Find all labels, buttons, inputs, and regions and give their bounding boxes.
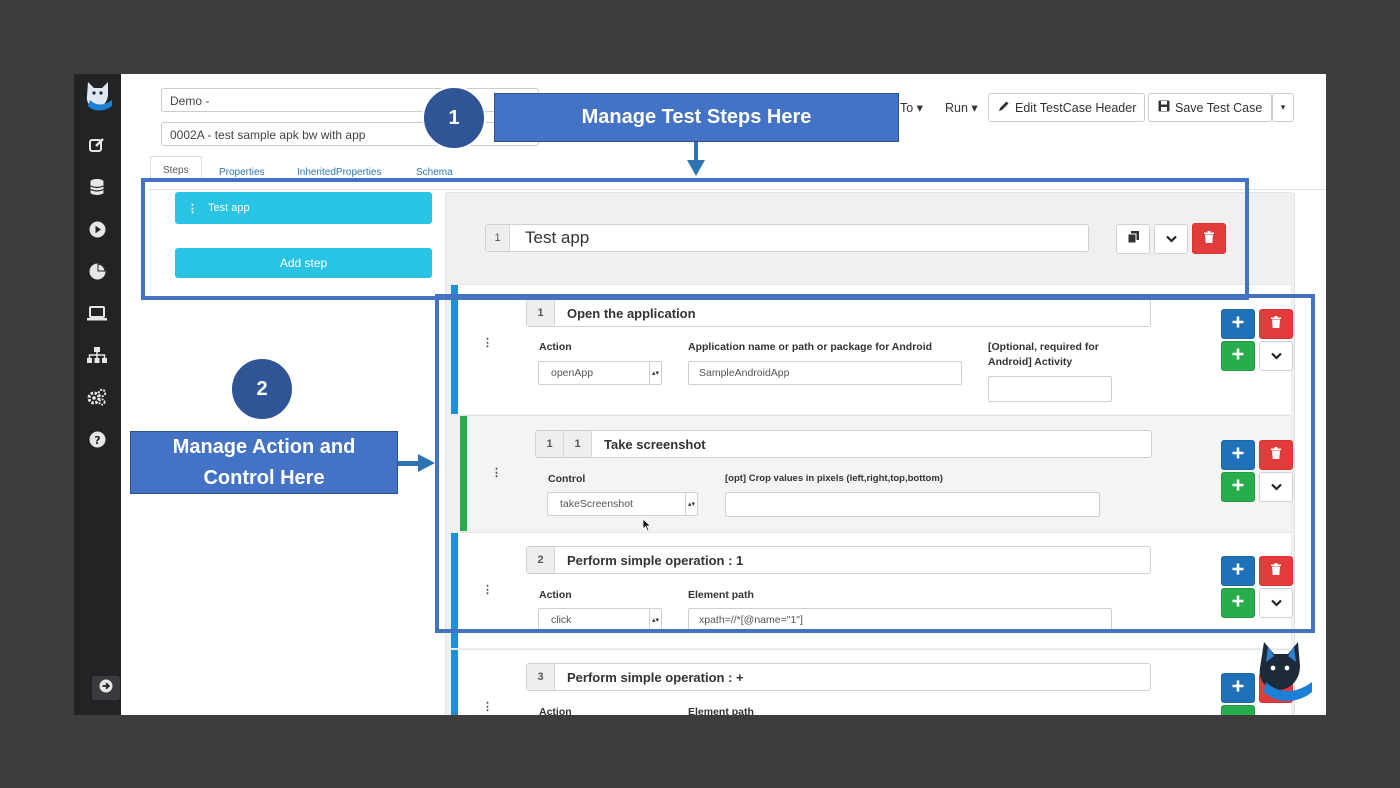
arrow-shaft — [398, 461, 420, 466]
field1-label: Element path — [688, 706, 754, 715]
edit-testcase-header-button[interactable]: Edit TestCase Header — [988, 93, 1145, 122]
run-menu[interactable]: Run ▾ — [945, 100, 978, 115]
sidebar: ? — [74, 74, 121, 715]
goto-menu[interactable]: To ▾ — [900, 100, 923, 115]
save-options-dropdown[interactable]: ▾ — [1272, 93, 1294, 122]
action-description-field[interactable]: 3 Perform simple operation : + — [526, 663, 1151, 691]
highlight-action-control — [435, 294, 1315, 633]
gears-icon[interactable] — [82, 384, 112, 410]
annotation-banner-action-control: Manage Action and Control Here — [130, 431, 398, 494]
tab-properties[interactable]: Properties — [219, 167, 265, 178]
arrow-right-icon — [99, 679, 113, 698]
arrow-down-icon — [687, 160, 705, 176]
action-label: Action — [539, 706, 572, 715]
tab-inherited-properties[interactable]: InheritedProperties — [297, 167, 382, 178]
laptop-icon[interactable] — [82, 300, 112, 326]
plus-icon — [1232, 679, 1244, 697]
sidebar-expand-button[interactable] — [92, 676, 120, 700]
pie-chart-icon[interactable] — [82, 258, 112, 284]
pencil-icon — [998, 100, 1010, 115]
save-testcase-button[interactable]: Save Test Case — [1148, 93, 1272, 122]
sitemap-icon[interactable] — [82, 342, 112, 368]
help-icon[interactable]: ? — [82, 426, 112, 452]
tab-schema[interactable]: Schema — [416, 167, 453, 178]
highlight-test-steps — [141, 178, 1249, 300]
drag-handle-icon[interactable]: ⋮ — [482, 700, 493, 713]
annotation-banner-steps: Manage Test Steps Here — [494, 93, 899, 142]
logo-icon[interactable] — [78, 76, 118, 116]
arrow-right-icon — [418, 454, 435, 472]
edit-icon[interactable] — [82, 132, 112, 158]
save-icon — [1158, 100, 1170, 115]
caret-down-icon: ▾ — [1280, 102, 1286, 112]
action-stripe — [451, 650, 458, 715]
svg-text:?: ? — [94, 433, 100, 446]
database-icon[interactable] — [82, 174, 112, 200]
annotation-marker-2: 2 — [230, 357, 294, 421]
tab-steps[interactable]: Steps — [150, 156, 202, 180]
annotation-marker-1: 1 — [422, 86, 486, 150]
play-icon[interactable] — [82, 216, 112, 242]
mascot-logo-icon — [1246, 636, 1316, 711]
